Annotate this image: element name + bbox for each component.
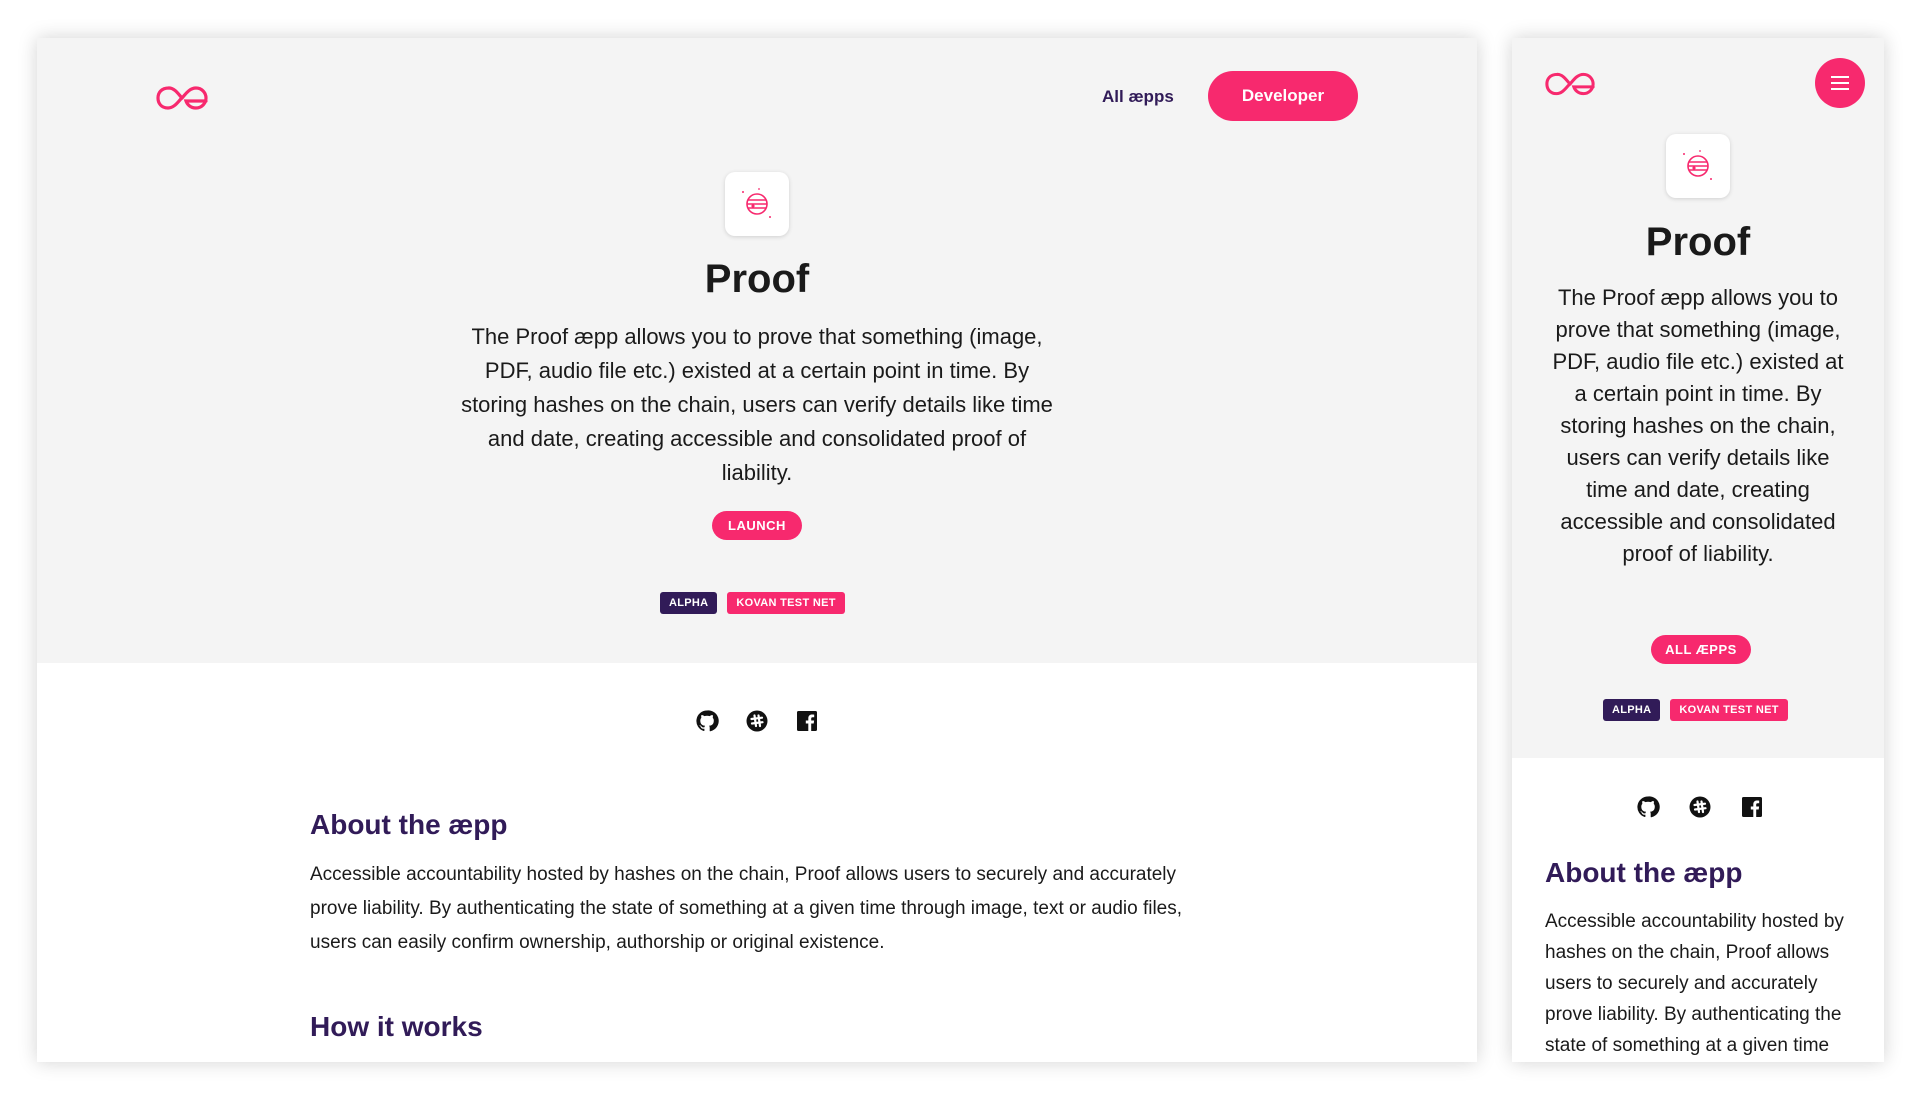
launch-button[interactable]: LAUNCH (712, 511, 802, 540)
network-badge: KOVAN TEST NET (727, 592, 845, 614)
social-links (694, 708, 820, 734)
badge-group: ALPHA KOVAN TEST NET (1603, 699, 1788, 721)
github-icon[interactable] (694, 708, 720, 734)
slack-icon[interactable] (744, 708, 770, 734)
globe-icon (742, 188, 771, 218)
facebook-icon[interactable] (1739, 794, 1765, 820)
about-text: Accessible accountability hosted by hash… (310, 864, 1183, 953)
app-title: Proof (704, 257, 810, 301)
about-text: Accessible accountability hosted by hash… (1545, 911, 1844, 1056)
globe-icon (1683, 150, 1712, 180)
hero-section: All æpps Developer Proof The Proof æpp a… (37, 38, 1477, 663)
hamburger-menu-button[interactable] (1815, 58, 1865, 108)
about-heading: About the æpp (310, 809, 508, 840)
how-it-works-heading: How it works (310, 1011, 483, 1042)
developer-button[interactable]: Developer (1208, 71, 1358, 121)
badge-group: ALPHA KOVAN TEST NET (660, 592, 845, 614)
facebook-icon[interactable] (794, 708, 820, 734)
app-title: Proof (1645, 220, 1751, 264)
network-badge: KOVAN TEST NET (1670, 699, 1788, 721)
app-icon (1666, 134, 1730, 198)
nav-all-aepps-link[interactable]: All æpps (1102, 85, 1174, 109)
app-description: The Proof æpp allows you to prove that s… (1552, 285, 1844, 566)
alpha-badge: ALPHA (660, 592, 718, 614)
github-icon[interactable] (1635, 794, 1661, 820)
aeternity-logo[interactable] (155, 84, 209, 112)
slack-icon[interactable] (1687, 794, 1713, 820)
about-heading: About the æpp (1545, 857, 1743, 888)
aeternity-logo[interactable] (1544, 70, 1596, 98)
all-aepps-button[interactable]: ALL ÆPPS (1651, 635, 1751, 664)
desktop-screenshot: All æpps Developer Proof The Proof æpp a… (37, 38, 1477, 1062)
app-description: The Proof æpp allows you to prove that s… (461, 324, 1053, 485)
mobile-hero-section: Proof The Proof æpp allows you to prove … (1512, 38, 1884, 758)
app-icon (725, 172, 789, 236)
alpha-badge: ALPHA (1603, 699, 1661, 721)
mobile-screenshot: Proof The Proof æpp allows you to prove … (1512, 38, 1884, 1062)
social-links (1635, 794, 1765, 820)
